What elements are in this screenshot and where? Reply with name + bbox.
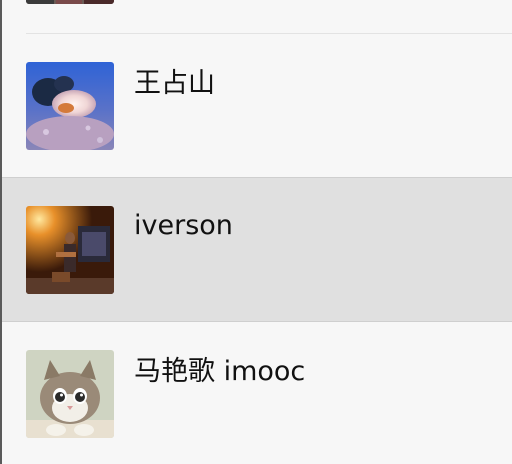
cat-avatar	[26, 350, 114, 438]
chat-list-panel: 王占山 iverson 马艳歌 imooc	[0, 0, 512, 464]
contact-name: 王占山	[134, 68, 215, 99]
avatar-partial-icon	[26, 0, 114, 4]
chat-list-item-ma-yange[interactable]: 马艳歌 imooc	[2, 322, 512, 464]
sea-anemone-avatar	[26, 62, 114, 150]
contact-name: 马艳歌 imooc	[134, 356, 306, 387]
chat-list-item-wang-zhanshan[interactable]: 王占山	[2, 34, 512, 178]
chat-list-item-iverson[interactable]: iverson	[2, 177, 512, 322]
contact-name: iverson	[134, 210, 233, 241]
chat-list-item-partial[interactable]	[2, 0, 512, 33]
stage-performer-avatar	[26, 206, 114, 294]
